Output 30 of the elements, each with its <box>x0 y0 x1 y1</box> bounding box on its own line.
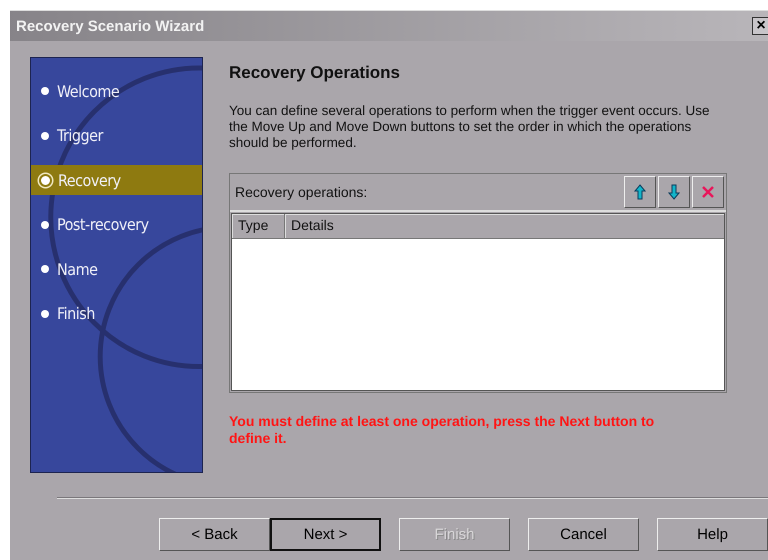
bullet-icon <box>41 87 49 95</box>
move-up-button[interactable] <box>624 176 656 208</box>
move-down-button[interactable] <box>658 176 690 208</box>
column-header[interactable]: Type <box>232 214 285 238</box>
window-title: Recovery Scenario Wizard <box>15 18 204 34</box>
step-item: Welcome <box>31 76 202 106</box>
down-arrow-icon <box>668 184 680 200</box>
bullet-icon <box>41 310 49 318</box>
step-item: Post-recovery <box>31 210 202 240</box>
wizard-button[interactable]: < Back <box>159 518 270 551</box>
step-item: Recovery <box>31 165 202 195</box>
bullet-icon <box>41 220 49 228</box>
step-item: Trigger <box>31 120 202 150</box>
bullet-icon <box>41 265 49 273</box>
delete-x-icon <box>701 185 715 199</box>
error-message: You must define at least one operation, press the Next button to define it. <box>229 413 656 447</box>
page-heading: Recovery Operations <box>229 63 402 83</box>
delete-button[interactable] <box>692 176 724 208</box>
up-arrow-icon <box>634 184 646 200</box>
bullet-icon <box>41 132 49 140</box>
ring-bullet-icon <box>39 174 52 186</box>
column-header[interactable]: Details <box>285 214 724 238</box>
close-button[interactable]: × <box>752 17 768 35</box>
wizard-button[interactable]: Cancel <box>528 518 639 551</box>
operations-label: Recovery operations: <box>235 184 368 200</box>
step-item: Finish <box>31 298 202 328</box>
description-text: You can define several operations to perform when the trigger event occurs. Use the Move Up and Move Down buttons to set the order in which the operations should be performed. <box>229 103 711 151</box>
step-item: Name <box>31 254 202 284</box>
wizard-button[interactable]: Help <box>657 518 768 551</box>
wizard-button[interactable]: Next > <box>270 518 381 551</box>
